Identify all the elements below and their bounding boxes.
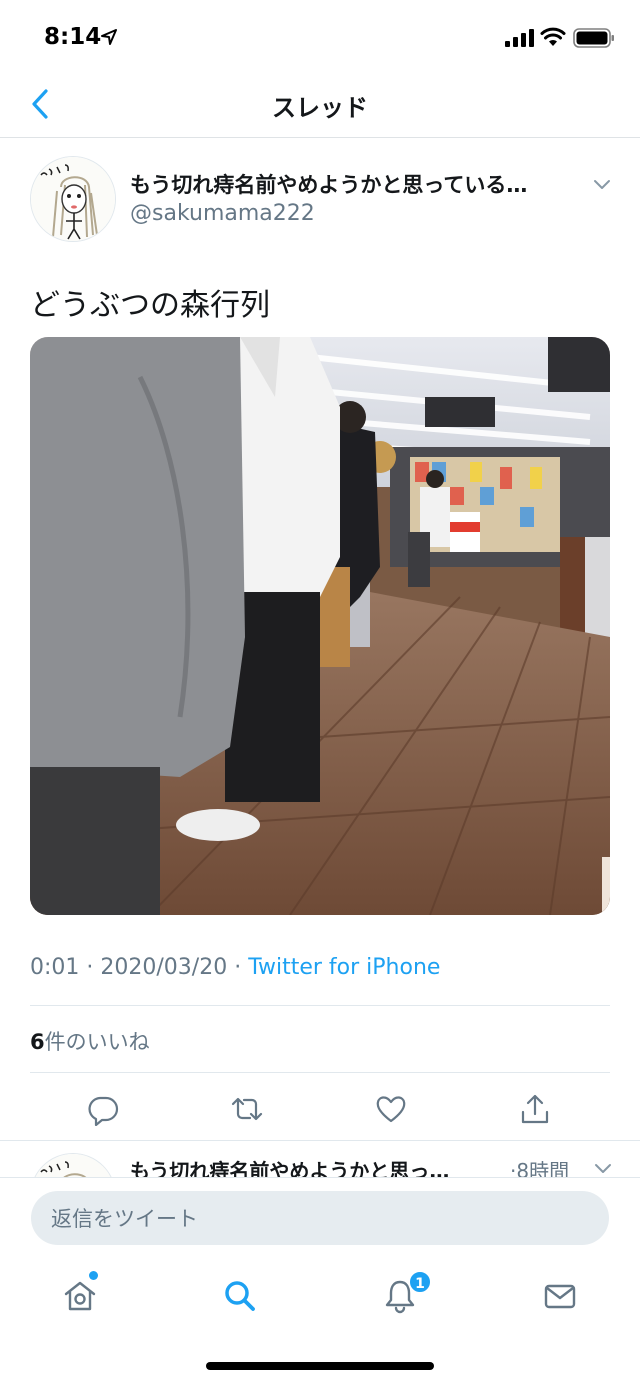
home-icon — [64, 1281, 96, 1311]
reply-icon[interactable] — [86, 1092, 120, 1126]
divider — [30, 1005, 610, 1006]
search-icon — [225, 1281, 255, 1311]
home-indicator[interactable] — [206, 1362, 434, 1370]
next-tweet-preview[interactable]: もう切れ痔名前やめようかと思っ… ·8時間 — [0, 1141, 640, 1177]
notifications-badge: 1 — [408, 1270, 432, 1294]
likes-label: 件のいいね — [44, 1030, 150, 1054]
caret-down-icon[interactable] — [592, 1157, 614, 1177]
battery-icon — [573, 28, 614, 48]
meta-separator: · — [79, 955, 101, 980]
next-tweet-time: ·8時間 — [510, 1155, 569, 1177]
messages-icon — [544, 1284, 576, 1309]
photo-store-queue — [30, 337, 610, 915]
tweet-client-link[interactable]: Twitter for iPhone — [248, 955, 440, 980]
avatar[interactable] — [30, 156, 116, 242]
status-bar: 8:14 — [0, 0, 640, 74]
handle[interactable]: @sakumama222 — [130, 201, 315, 226]
tab-messages[interactable] — [538, 1274, 582, 1318]
caret-down-icon[interactable] — [590, 172, 614, 196]
nav-bar: スレッド — [0, 74, 640, 138]
divider — [30, 1072, 610, 1073]
wifi-icon — [540, 27, 566, 46]
tweet-meta: 0:01 · 2020/03/20 · Twitter for iPhone — [30, 955, 440, 980]
like-icon[interactable] — [374, 1092, 408, 1126]
share-icon[interactable] — [518, 1092, 552, 1126]
tweet-actions — [0, 1086, 640, 1130]
reply-bar: 返信をツイート — [0, 1177, 640, 1257]
home-unread-dot — [89, 1271, 98, 1280]
nav-title: スレッド — [272, 94, 368, 122]
avatar[interactable] — [30, 1153, 116, 1177]
signal-icon — [505, 29, 534, 47]
tab-search[interactable] — [218, 1274, 262, 1318]
display-name[interactable]: もう切れ痔名前やめようかと思っている… — [130, 169, 580, 199]
next-display-name[interactable]: もう切れ痔名前やめようかと思っ… — [130, 1155, 500, 1177]
tweet-date: 2020/03/20 — [100, 955, 228, 980]
tweet-time: 0:01 — [30, 955, 80, 980]
likes-summary[interactable]: 6件のいいね — [30, 1026, 150, 1056]
next-time-value: 8時間 — [516, 1159, 570, 1177]
likes-count: 6 — [30, 1030, 45, 1054]
tweet-photo[interactable] — [30, 337, 610, 915]
status-time: 8:14 — [44, 24, 102, 50]
avatar-drawing — [31, 1154, 115, 1177]
meta-separator: · — [227, 955, 249, 980]
tweet-text: どうぶつの森行列 — [30, 288, 270, 323]
avatar-drawing — [31, 157, 115, 241]
tab-home[interactable] — [58, 1274, 102, 1318]
reply-input[interactable]: 返信をツイート — [31, 1191, 609, 1245]
location-arrow-icon — [101, 29, 117, 45]
retweet-icon[interactable] — [230, 1092, 264, 1126]
